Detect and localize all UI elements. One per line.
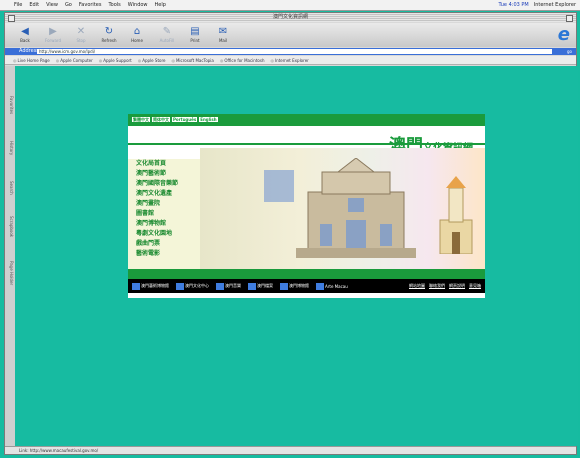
home-button[interactable]: ⌂ Home	[125, 25, 149, 45]
refresh-icon: ↻	[104, 26, 114, 37]
tab-history[interactable]: History	[6, 141, 14, 155]
partner-logo-icon	[248, 282, 256, 290]
hero-collage	[200, 148, 485, 269]
partner-logo-icon	[316, 282, 324, 290]
autofill-icon: ✎	[162, 26, 172, 37]
menu-go[interactable]: Go	[65, 0, 72, 10]
language-links: 繁體中文 简体中文 Português English	[132, 117, 218, 122]
nav-menu: 文化局首頁 澳門藝術節 澳門國際音樂節 澳門文化遺產 澳門畫院 圖書館 澳門博物…	[128, 159, 200, 269]
partner-logo-icon	[176, 282, 184, 290]
links-bar: Live Home Page Apple Computer Apple Supp…	[5, 56, 576, 65]
partner-logo[interactable]: 澳門檔案	[248, 282, 273, 290]
nav-item[interactable]: 澳門國際音樂節	[128, 179, 200, 189]
lang-simplified-chinese[interactable]: 简体中文	[152, 117, 170, 122]
menu-help[interactable]: Help	[155, 0, 166, 10]
guia-lighthouse-icon	[439, 176, 473, 254]
link-apple-store[interactable]: Apple Store	[138, 56, 165, 64]
nav-item[interactable]: 戲曲門票	[128, 239, 200, 249]
menu-bar: File Edit View Go Favorites Tools Window…	[0, 0, 580, 11]
partner-logo[interactable]: 澳門博物館	[280, 282, 309, 290]
nav-item[interactable]: 圖書館	[128, 209, 200, 219]
partner-logo-icon	[280, 282, 288, 290]
partner-logo-icon	[132, 282, 140, 290]
partner-logo-bar: 澳門藝術博物館 澳門文化中心 澳門音樂 澳門檔案 澳門博物館 Arte Maca…	[128, 279, 485, 293]
footer-link-sitemap[interactable]: 網站地圖	[409, 283, 425, 289]
link-live-home-page[interactable]: Live Home Page	[13, 56, 50, 64]
footer-link-feedback[interactable]: 意見箱	[469, 283, 481, 289]
menu-file[interactable]: File	[14, 0, 22, 10]
tab-search[interactable]: Search	[6, 181, 14, 195]
printer-icon: ▤	[190, 26, 200, 37]
web-page: 繁體中文 简体中文 Português English 澳門文化資訊網 文化局首…	[128, 114, 485, 298]
green-divider	[128, 269, 485, 279]
refresh-button[interactable]: ↻ Refresh	[97, 25, 121, 45]
menubar-right: Tue 4:03 PM Internet Explorer	[498, 0, 576, 10]
nav-item[interactable]: 澳門博物館	[128, 219, 200, 229]
menu-favorites[interactable]: Favorites	[79, 0, 102, 10]
page-viewport: 繁體中文 简体中文 Português English 澳門文化資訊網 文化局首…	[15, 66, 578, 446]
stop-icon: ✕	[76, 26, 86, 37]
back-button[interactable]: ◀ Back	[13, 25, 37, 45]
link-apple-support[interactable]: Apple Support	[99, 56, 131, 64]
tab-page-holder[interactable]: Page Holder	[6, 261, 14, 285]
menu-items: File Edit View Go Favorites Tools Window…	[14, 0, 166, 10]
stop-button[interactable]: ✕ Stop	[69, 25, 93, 45]
title-bar[interactable]: 澳門文化資訊網	[5, 13, 576, 22]
window-title: 澳門文化資訊網	[272, 14, 308, 20]
zoom-box-icon[interactable]	[566, 15, 573, 22]
menu-edit[interactable]: Edit	[29, 0, 39, 10]
link-microsoft-mactopia[interactable]: Microsoft MacTopia	[171, 56, 214, 64]
nav-item[interactable]: 澳門藝術節	[128, 169, 200, 179]
mail-button[interactable]: ✉ Mail	[211, 25, 235, 45]
partner-logo[interactable]: Arte Macau	[316, 282, 348, 290]
back-arrow-icon: ◀	[21, 26, 29, 37]
app-name[interactable]: Internet Explorer	[534, 0, 576, 10]
nav-item[interactable]: 澳門畫院	[128, 199, 200, 209]
nav-item[interactable]: 澳門文化遺產	[128, 189, 200, 199]
nav-item[interactable]: 文化局首頁	[128, 159, 200, 169]
tab-scrapbook[interactable]: Scrapbook	[6, 216, 14, 237]
lang-portuguese[interactable]: Português	[172, 117, 198, 122]
st-paul-ruins-icon	[296, 158, 416, 258]
status-text: Link: http://www.macaufestival.gov.mo/	[19, 448, 99, 453]
partner-logo[interactable]: 澳門音樂	[216, 282, 241, 290]
browser-window: 澳門文化資訊網 ◀ Back ▶ Forward ✕ Stop ↻ Refresh ⌂ H…	[4, 12, 578, 455]
toolbar: ◀ Back ▶ Forward ✕ Stop ↻ Refresh ⌂ Home ✎ Aut…	[5, 23, 576, 47]
page-header-bar: 繁體中文 简体中文 Português English	[128, 114, 485, 126]
tab-favorites[interactable]: Favorites	[6, 96, 14, 114]
print-button[interactable]: ▤ Print	[183, 25, 207, 45]
lang-english[interactable]: English	[199, 117, 218, 122]
address-bar: Address http://www.icm.gov.mo/lpdi/ go	[5, 48, 576, 55]
forward-button[interactable]: ▶ Forward	[41, 25, 65, 45]
address-label: Address	[19, 48, 39, 54]
partner-logo[interactable]: 澳門藝術博物館	[132, 282, 169, 290]
footer-link-help[interactable]: 網頁說明	[449, 283, 465, 289]
blue-panel	[264, 170, 294, 202]
mail-icon: ✉	[218, 26, 228, 37]
link-internet-explorer[interactable]: Internet Explorer	[270, 56, 309, 64]
nav-item[interactable]: 藝術電影	[128, 249, 200, 259]
partner-logo-icon	[216, 282, 224, 290]
link-office-for-macintosh[interactable]: Office for Macintosh	[220, 56, 264, 64]
go-button[interactable]: go	[567, 49, 572, 54]
clock[interactable]: Tue 4:03 PM	[498, 0, 528, 10]
home-icon: ⌂	[133, 26, 141, 37]
ie-logo-icon: e	[557, 24, 570, 45]
status-bar: Link: http://www.macaufestival.gov.mo/	[5, 446, 576, 454]
lang-traditional-chinese[interactable]: 繁體中文	[132, 117, 150, 122]
address-input[interactable]: http://www.icm.gov.mo/lpdi/	[37, 49, 552, 54]
menu-view[interactable]: View	[46, 0, 58, 10]
autofill-button[interactable]: ✎ AutoFill	[155, 25, 179, 45]
partner-logo[interactable]: 澳門文化中心	[176, 282, 209, 290]
forward-arrow-icon: ▶	[49, 26, 57, 37]
menu-window[interactable]: Window	[128, 0, 148, 10]
menu-tools[interactable]: Tools	[108, 0, 120, 10]
link-apple-computer[interactable]: Apple Computer	[56, 56, 93, 64]
nav-item[interactable]: 粵劇文化園地	[128, 229, 200, 239]
footer-link-contact[interactable]: 聯絡我們	[429, 283, 445, 289]
footer-links: 網站地圖 聯絡我們 網頁說明 意見箱	[409, 283, 485, 289]
